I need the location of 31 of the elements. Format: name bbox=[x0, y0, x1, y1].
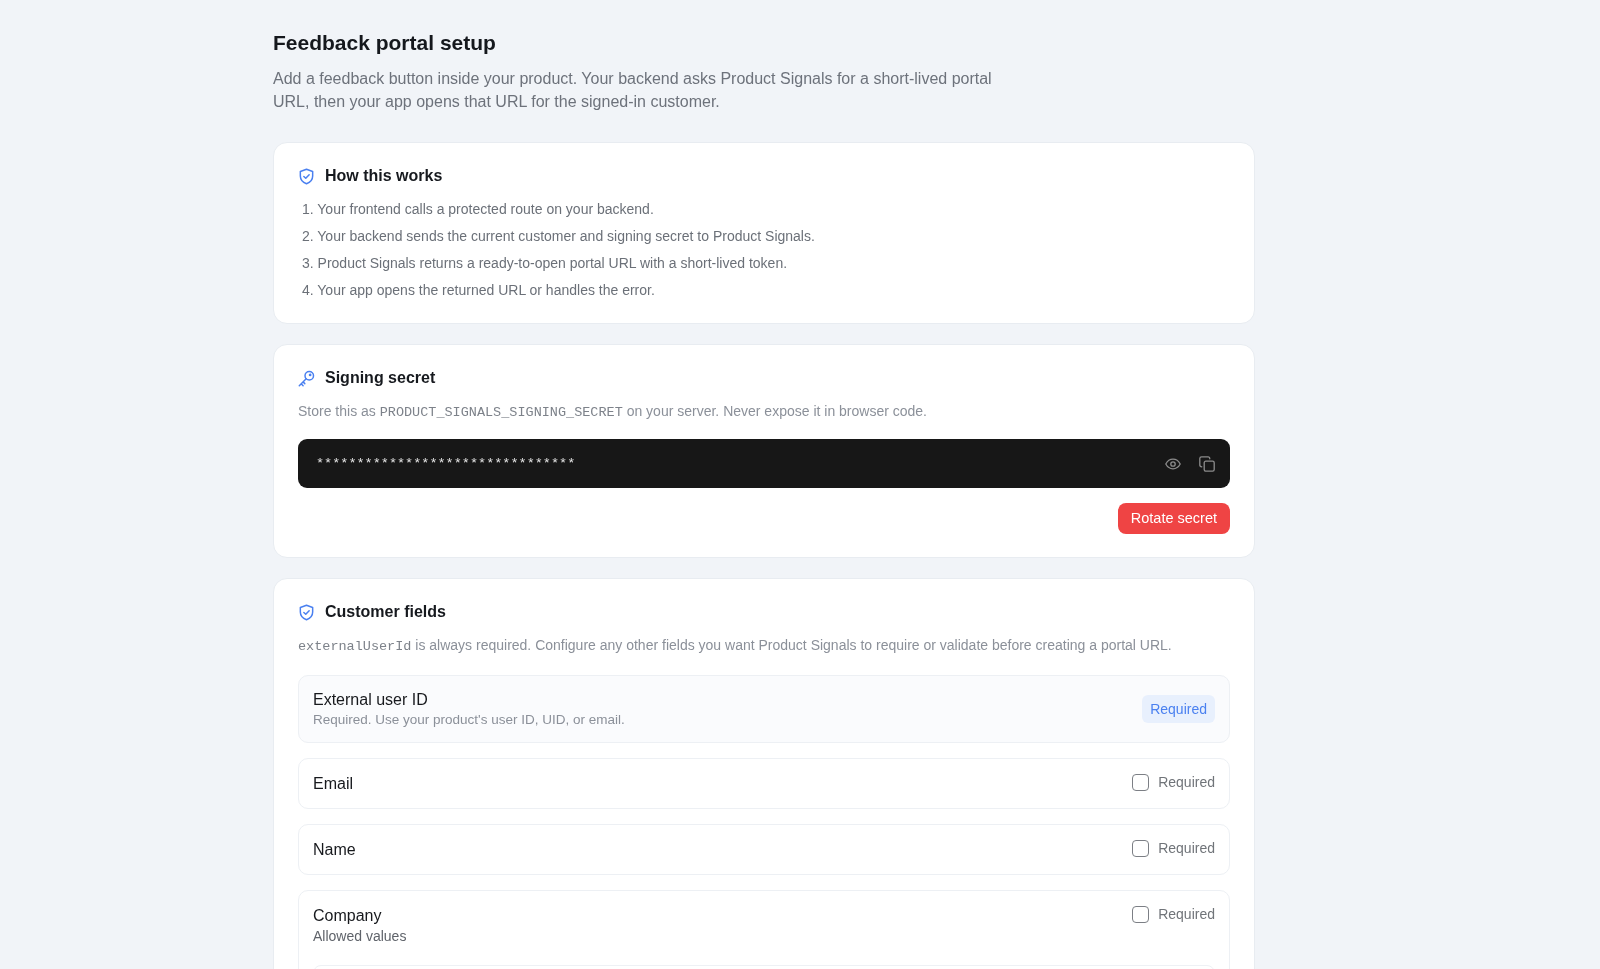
section-title: Customer fields bbox=[325, 602, 446, 622]
step-text: 4. Your app opens the returned URL or handles the error. bbox=[302, 281, 656, 300]
section-title: How this works bbox=[325, 166, 443, 186]
field-label: Name bbox=[313, 840, 356, 860]
copy-button[interactable] bbox=[1197, 453, 1217, 474]
rotate-secret-button[interactable]: Rotate secret bbox=[1117, 503, 1230, 534]
section-title: Signing secret bbox=[325, 368, 436, 388]
required-checkbox[interactable] bbox=[1132, 840, 1150, 857]
field-label: External user ID bbox=[313, 690, 429, 710]
field-hint: Required. Use your product's user ID, UID, or email. bbox=[313, 711, 625, 729]
field-label: Company bbox=[313, 906, 383, 926]
checkbox-label: Required bbox=[1158, 774, 1215, 791]
checkbox-label: Required bbox=[1158, 906, 1215, 923]
copy-icon bbox=[1199, 455, 1215, 472]
required-checkbox[interactable] bbox=[1132, 906, 1150, 923]
page-description: Add a feedback button inside your product. Your backend asks Product Signals for a short-lived portal URL, then your app opens that URL for the signed-in customer. bbox=[273, 69, 993, 112]
page-title: Feedback portal setup bbox=[273, 30, 497, 56]
shield-check-icon bbox=[298, 167, 315, 185]
secret-field[interactable]: ******************************** bbox=[298, 439, 1230, 488]
shield-check-icon bbox=[298, 603, 315, 621]
required-badge: Required bbox=[1142, 695, 1215, 723]
section-description: Store this as PRODUCT_SIGNALS_SIGNING_SECRET on your server. Never expose it in browser code. bbox=[298, 402, 928, 422]
key-icon bbox=[298, 369, 315, 387]
step-text: 1. Your frontend calls a protected route on your backend. bbox=[302, 200, 655, 219]
required-checkbox[interactable] bbox=[1132, 774, 1150, 791]
step-text: 2. Your backend sends the current customer and signing secret to Product Signals. bbox=[302, 227, 816, 246]
values-label: Allowed values bbox=[313, 927, 407, 945]
field-label: Email bbox=[313, 774, 353, 794]
checkbox-label: Required bbox=[1158, 840, 1215, 857]
section-description: externalUserId is always required. Configure any other fields you want Product Signals to require or validate before creating a portal URL. bbox=[298, 636, 1173, 656]
step-text: 3. Product Signals returns a ready-to-open portal URL with a short-lived token. bbox=[302, 254, 789, 273]
